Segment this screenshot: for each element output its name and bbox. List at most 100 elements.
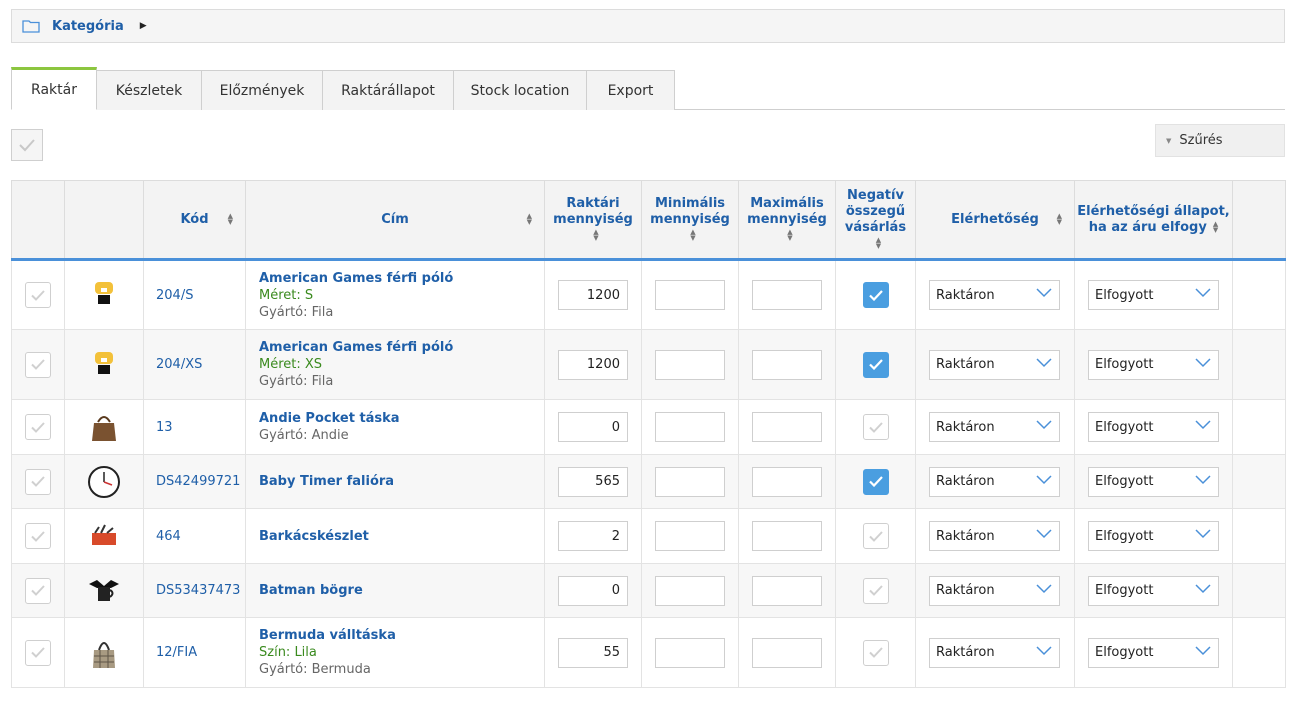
min-quantity-input[interactable]	[655, 521, 725, 551]
stock-cell: 2	[544, 508, 642, 564]
product-title-link[interactable]: Andie Pocket táska	[259, 410, 544, 427]
stock-quantity-input[interactable]: 2	[558, 521, 628, 551]
sort-icon[interactable]: ▲ ▼	[593, 229, 598, 242]
col-oos-status[interactable]: Elérhetőségi állapot, ha az áru elfogy ▲ ▼	[1074, 180, 1233, 261]
col-code[interactable]: Kód ▲ ▼	[143, 180, 246, 261]
min-quantity-input[interactable]	[655, 466, 725, 497]
negative-purchase-checkbox[interactable]	[862, 468, 889, 495]
col-min[interactable]: Minimális mennyiség ▲ ▼	[641, 180, 739, 261]
availability-select[interactable]: Raktáron	[929, 575, 1060, 606]
negative-purchase-checkbox[interactable]	[862, 351, 889, 378]
row-checkbox[interactable]	[25, 414, 51, 440]
col-negative[interactable]: Negatív összegű vásárlás ▲ ▼	[835, 180, 916, 261]
max-quantity-input[interactable]	[752, 349, 822, 380]
oos-status-select[interactable]: Elfogyott	[1088, 521, 1219, 551]
oos-status-select[interactable]: Elfogyott	[1088, 637, 1219, 668]
max-quantity-input[interactable]	[752, 521, 822, 551]
product-title-link[interactable]: Bermuda válltáska	[259, 627, 544, 644]
product-code[interactable]: 204/XS	[143, 329, 246, 400]
table-row[interactable]: 13 Andie Pocket táska Gyártó: Andie 0 Raktár…	[11, 399, 1286, 455]
row-checkbox[interactable]	[25, 639, 51, 666]
availability-select[interactable]: Raktáron	[929, 637, 1060, 668]
product-title-link[interactable]: American Games férfi póló	[259, 270, 544, 287]
min-quantity-input[interactable]	[655, 349, 725, 380]
product-title-link[interactable]: Baby Timer falióra	[259, 473, 544, 490]
max-quantity-input[interactable]	[752, 412, 822, 442]
tab-export[interactable]: Export	[587, 70, 675, 110]
oos-status-select[interactable]: Elfogyott	[1088, 466, 1219, 497]
table-row[interactable]: 204/S American Games férfi póló Méret: S Gy…	[11, 259, 1286, 330]
tab-elozmenyek[interactable]: Előzmények	[202, 70, 323, 110]
min-quantity-input[interactable]	[655, 575, 725, 606]
table-row[interactable]: DS53437473 Batman bögre 0 Raktáron Elfogyott	[11, 563, 1286, 618]
product-code[interactable]: 13	[143, 399, 246, 455]
tab-keszletek[interactable]: Készletek	[97, 70, 202, 110]
stock-quantity-input[interactable]: 0	[558, 575, 628, 606]
availability-select[interactable]: Raktáron	[929, 349, 1060, 380]
table-row[interactable]: 204/XS American Games férfi póló Méret: XS…	[11, 329, 1286, 400]
max-quantity-input[interactable]	[752, 575, 822, 606]
row-checkbox[interactable]	[25, 577, 51, 604]
row-checkbox[interactable]	[25, 523, 51, 549]
negative-purchase-checkbox[interactable]	[862, 414, 889, 440]
category-link[interactable]: Kategória	[52, 19, 124, 34]
max-quantity-input[interactable]	[752, 466, 822, 497]
availability-select[interactable]: Raktáron	[929, 521, 1060, 551]
sort-icon[interactable]: ▲ ▼	[1057, 213, 1062, 226]
sort-icon[interactable]: ▲ ▼	[787, 229, 792, 242]
oos-status-select[interactable]: Elfogyott	[1088, 349, 1219, 380]
negative-purchase-checkbox[interactable]	[862, 577, 889, 604]
col-availability[interactable]: Elérhetőség ▲ ▼	[915, 180, 1075, 261]
stock-quantity-input[interactable]: 1200	[558, 280, 628, 310]
stock-quantity-input[interactable]: 55	[558, 637, 628, 668]
tab-raktarallapot[interactable]: Raktárállapot	[323, 70, 454, 110]
min-quantity-input[interactable]	[655, 637, 725, 668]
filter-button[interactable]: ▼ Szűrés	[1155, 124, 1285, 157]
product-code[interactable]: DS42499721	[143, 454, 246, 509]
product-code[interactable]: 204/S	[143, 259, 246, 330]
sort-icon[interactable]: ▲ ▼	[228, 213, 233, 226]
tab-raktar[interactable]: Raktár	[11, 67, 97, 110]
sort-icon[interactable]: ▲ ▼	[876, 237, 881, 250]
caret-right-icon[interactable]: ▶	[140, 21, 147, 31]
product-title-link[interactable]: Barkácskészlet	[259, 528, 544, 545]
availability-select[interactable]: Raktáron	[929, 466, 1060, 497]
min-quantity-input[interactable]	[655, 412, 725, 442]
tab-stock-location[interactable]: Stock location	[454, 70, 587, 110]
negative-purchase-checkbox[interactable]	[862, 523, 889, 549]
product-title-link[interactable]: American Games férfi póló	[259, 339, 544, 356]
table-row[interactable]: 464 Barkácskészlet 2 Raktáron Elfogyott	[11, 508, 1286, 564]
stock-quantity-input[interactable]: 1200	[558, 349, 628, 380]
stock-quantity-input[interactable]: 565	[558, 466, 628, 497]
sort-icon[interactable]: ▲ ▼	[527, 213, 532, 226]
stock-quantity-input[interactable]: 0	[558, 412, 628, 442]
caret-down-icon: ▼	[1166, 136, 1172, 145]
availability-select[interactable]: Raktáron	[929, 280, 1060, 310]
availability-select[interactable]: Raktáron	[929, 412, 1060, 442]
sort-icon[interactable]: ▲ ▼	[690, 229, 695, 242]
row-checkbox[interactable]	[25, 468, 51, 495]
product-title-link[interactable]: Batman bögre	[259, 582, 544, 599]
product-code[interactable]: 464	[143, 508, 246, 564]
product-code[interactable]: DS53437473	[143, 563, 246, 618]
negative-cell	[835, 454, 916, 509]
min-quantity-input[interactable]	[655, 280, 725, 310]
oos-status-select[interactable]: Elfogyott	[1088, 575, 1219, 606]
col-stock[interactable]: Raktári mennyiség ▲ ▼	[544, 180, 642, 261]
oos-status-select[interactable]: Elfogyott	[1088, 280, 1219, 310]
row-checkbox[interactable]	[25, 351, 51, 378]
negative-purchase-checkbox[interactable]	[862, 639, 889, 666]
max-quantity-input[interactable]	[752, 637, 822, 668]
oos-status-select[interactable]: Elfogyott	[1088, 412, 1219, 442]
sort-icon[interactable]: ▲ ▼	[1213, 221, 1218, 234]
col-max[interactable]: Maximális mennyiség ▲ ▼	[738, 180, 836, 261]
row-checkbox[interactable]	[25, 282, 51, 308]
select-all-checkbox[interactable]	[11, 129, 43, 161]
stock-table: Kód ▲ ▼ Cím ▲ ▼ Raktári mennyiség ▲ ▼ Minimális…	[11, 180, 1286, 688]
table-row[interactable]: DS42499721 Baby Timer falióra 565 Raktáron E…	[11, 454, 1286, 509]
max-quantity-input[interactable]	[752, 280, 822, 310]
table-row[interactable]: 12/FIA Bermuda válltáska Szín: Lila Gyártó:…	[11, 617, 1286, 688]
product-code[interactable]: 12/FIA	[143, 617, 246, 688]
negative-purchase-checkbox[interactable]	[862, 282, 889, 308]
col-title[interactable]: Cím ▲ ▼	[245, 180, 545, 261]
